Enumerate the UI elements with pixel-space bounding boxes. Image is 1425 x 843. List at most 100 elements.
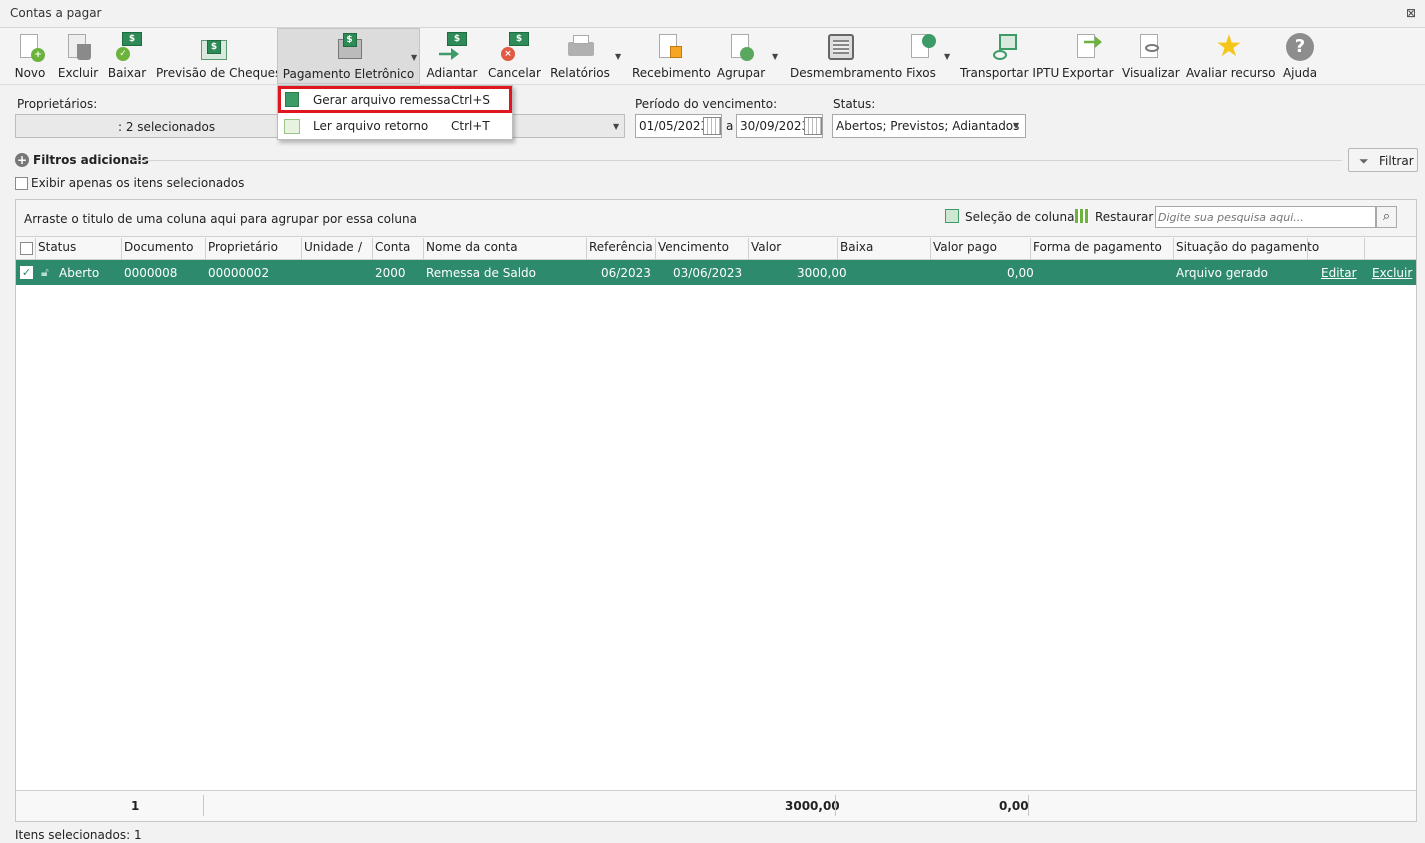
relatorios-button[interactable]: Relatórios	[550, 28, 610, 84]
menu-item-gerar-remessa[interactable]: Gerar arquivo remessa Ctrl+S	[278, 86, 512, 113]
col-situacao[interactable]: Situação do pagamento	[1176, 240, 1319, 254]
transportar-iptu-button[interactable]: Transportar IPTU	[960, 28, 1059, 84]
col-forma-pagamento[interactable]: Forma de pagamento	[1033, 240, 1162, 254]
fixos-button[interactable]: Fixos	[902, 28, 940, 84]
columns-icon	[945, 209, 959, 223]
proprietarios-label: Proprietários:	[17, 97, 98, 111]
ajuda-button[interactable]: ? Ajuda	[1280, 28, 1320, 84]
col-unidade[interactable]: Unidade	[304, 240, 354, 254]
col-valor[interactable]: Valor	[751, 240, 781, 254]
trash-icon	[63, 32, 93, 62]
cell-status: Aberto	[59, 266, 100, 280]
pagamento-eletronico-button[interactable]: $ Pagamento Eletrônico ▼	[277, 28, 420, 84]
baixar-button[interactable]: $ ✓ Baixar	[106, 28, 148, 84]
exportar-label: Exportar	[1062, 66, 1114, 80]
cell-proprietario: 00000002	[208, 266, 270, 280]
payment-terminal-icon: $	[334, 33, 364, 63]
row-checkbox[interactable]: ✓	[20, 266, 33, 279]
money-check-icon: $ ✓	[112, 32, 142, 62]
help-icon: ?	[1285, 32, 1315, 62]
ler-retorno-shortcut: Ctrl+T	[451, 119, 490, 133]
status-label: Status:	[833, 97, 876, 111]
excluir-button[interactable]: Excluir	[56, 28, 100, 84]
close-icon[interactable]: ⊠	[1406, 6, 1416, 20]
excluir-link[interactable]: Excluir	[1372, 266, 1412, 280]
cell-documento: 0000008	[124, 266, 178, 280]
cell-valor-pago: 0,00	[1007, 266, 1034, 280]
restore-button[interactable]: Restaurar	[1095, 210, 1153, 224]
relatorios-dropdown-icon[interactable]: ▼	[615, 52, 621, 61]
col-documento[interactable]: Documento	[124, 240, 194, 254]
col-proprietario[interactable]: Proprietário	[208, 240, 278, 254]
date-from-input[interactable]: 01/05/2023	[635, 114, 722, 138]
baixar-label: Baixar	[107, 66, 147, 80]
filter-icon: ⏷	[1359, 154, 1369, 168]
col-baixa[interactable]: Baixa	[840, 240, 873, 254]
status-bar-text: Itens selecionados: 1	[15, 828, 142, 842]
col-nome-conta[interactable]: Nome da conta	[426, 240, 518, 254]
adiantar-button[interactable]: $ Adiantar	[426, 28, 478, 84]
select-all-checkbox[interactable]	[20, 242, 33, 255]
previsao-cheques-button[interactable]: $ Previsão de Cheques	[156, 28, 281, 84]
restore-icon	[1075, 209, 1089, 223]
menu-item-ler-retorno[interactable]: Ler arquivo retorno Ctrl+T	[278, 114, 512, 140]
col-referencia[interactable]: Referência	[589, 240, 653, 254]
excluir-label: Excluir	[57, 66, 99, 80]
house-transfer-icon	[991, 32, 1021, 62]
col-status[interactable]: Status	[38, 240, 76, 254]
search-input[interactable]	[1155, 206, 1376, 228]
status-value: Abertos; Previstos; Adiantados	[836, 119, 1020, 133]
footer-total-pago: 0,00	[999, 799, 1029, 813]
transportar-label: Transportar IPTU	[960, 66, 1060, 80]
exibir-apenas-label: Exibir apenas os itens selecionados	[31, 176, 245, 190]
exportar-button[interactable]: Exportar	[1062, 28, 1114, 84]
relatorios-label: Relatórios	[550, 66, 610, 80]
visualizar-button[interactable]: Visualizar	[1122, 28, 1180, 84]
desmembramento-label: Desmembramento	[790, 66, 903, 80]
cell-situacao: Arquivo gerado	[1176, 266, 1268, 280]
col-conta[interactable]: Conta	[375, 240, 410, 254]
agrupar-button[interactable]: Agrupar	[716, 28, 766, 84]
periodo-label: Período do vencimento:	[635, 97, 778, 111]
cell-valor: 3000,00	[797, 266, 847, 280]
cancelar-button[interactable]: $ × Cancelar	[488, 28, 541, 84]
desmembramento-button[interactable]: Desmembramento	[790, 28, 902, 84]
gerar-remessa-shortcut: Ctrl+S	[451, 93, 491, 107]
col-vencimento[interactable]: Vencimento	[658, 240, 729, 254]
sort-indicator-icon: /	[358, 240, 363, 254]
calendar-icon[interactable]	[804, 117, 822, 135]
date-separator: a	[726, 119, 734, 133]
fixos-dropdown-icon[interactable]: ▼	[944, 52, 950, 61]
adiantar-label: Adiantar	[426, 66, 478, 80]
novo-button[interactable]: + Novo	[10, 28, 50, 84]
col-valor-pago[interactable]: Valor pago	[933, 240, 997, 254]
footer-count: 1	[131, 799, 140, 813]
visualizar-label: Visualizar	[1122, 66, 1180, 80]
recebimento-button[interactable]: Recebimento	[632, 28, 711, 84]
grid-footer	[16, 790, 1416, 821]
title-bar: Contas a pagar ⊠	[0, 0, 1425, 26]
search-icon[interactable]: ⌕	[1376, 206, 1397, 228]
previsao-label: Previsão de Cheques	[156, 66, 282, 80]
new-document-icon: +	[15, 32, 45, 62]
group-hint: Arraste o titulo de uma coluna aqui para…	[24, 212, 417, 226]
money-cancel-icon: $ ×	[499, 32, 529, 62]
filtrar-button[interactable]: ⏷ Filtrar	[1348, 148, 1418, 172]
eye-icon	[1135, 32, 1165, 62]
plus-circle-icon[interactable]: +	[15, 153, 29, 167]
editar-link[interactable]: Editar	[1321, 266, 1357, 280]
avaliar-recurso-button[interactable]: ★ Avaliar recurso	[1186, 28, 1276, 84]
document-return-icon	[284, 119, 300, 134]
fixos-label: Fixos	[906, 66, 936, 80]
exibir-apenas-checkbox[interactable]	[15, 177, 28, 190]
gerar-remessa-label: Gerar arquivo remessa	[313, 93, 451, 107]
column-selection-button[interactable]: Seleção de colunas	[965, 210, 1081, 224]
date-to-input[interactable]: 30/09/2023	[736, 114, 823, 138]
cell-nome-conta: Remessa de Saldo	[426, 266, 537, 280]
calendar-icon[interactable]	[703, 117, 721, 135]
cell-conta: 2000	[375, 266, 406, 280]
status-select[interactable]: Abertos; Previstos; Adiantados ▼	[832, 114, 1026, 138]
date-to-value: 30/09/2023	[740, 119, 810, 133]
receipt-calendar-icon	[654, 32, 684, 62]
agrupar-dropdown-icon[interactable]: ▼	[772, 52, 778, 61]
